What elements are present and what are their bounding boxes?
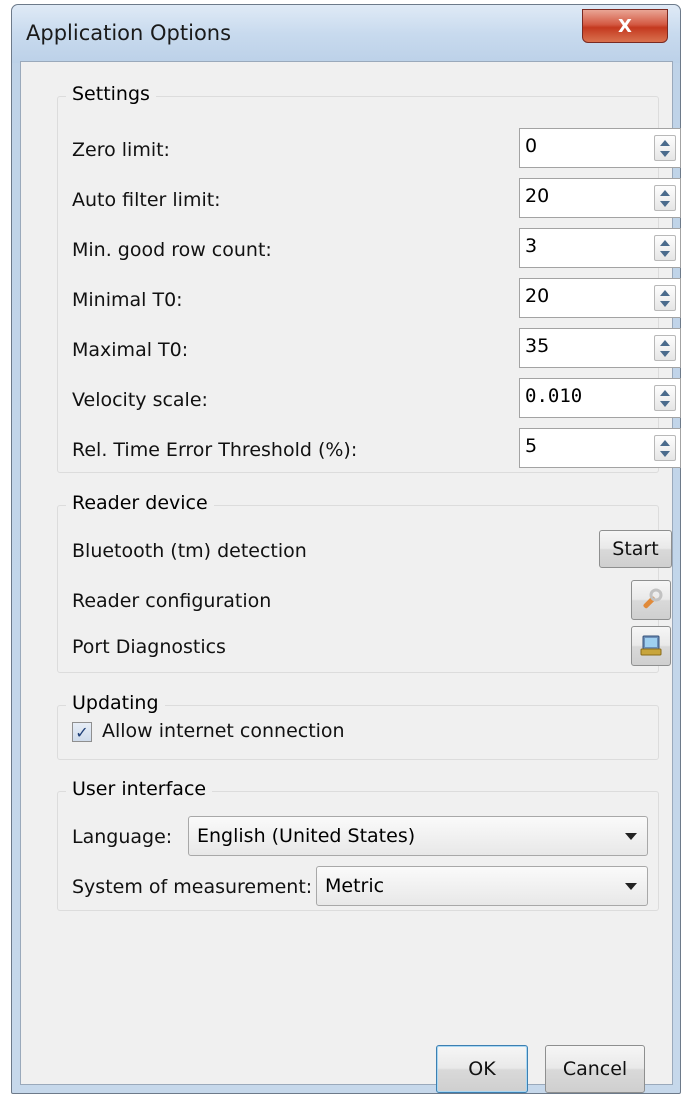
language-dropdown[interactable]: English (United States) [188, 816, 648, 856]
spin-arrows-icon[interactable] [654, 385, 676, 411]
spin-arrows-icon[interactable] [654, 235, 676, 261]
minimal-t0-value[interactable]: 20 [525, 285, 549, 307]
close-icon: X [618, 15, 632, 37]
zero-limit-label: Zero limit: [72, 139, 170, 161]
language-label: Language: [72, 826, 173, 848]
zero-limit-value[interactable]: 0 [525, 135, 537, 157]
minimal-t0-spinbox[interactable]: 20 [519, 278, 681, 318]
ok-button[interactable]: OK [436, 1045, 528, 1093]
checkmark-icon: ✓ [75, 722, 89, 742]
application-options-window: Application Options X Settings Zero limi… [11, 4, 681, 1094]
user-interface-group-title: User interface [66, 778, 213, 800]
auto-filter-limit-spinbox[interactable]: 20 [519, 178, 681, 218]
allow-internet-label[interactable]: Allow internet connection [102, 720, 345, 742]
port-diagnostics-label: Port Diagnostics [72, 636, 226, 658]
updating-group: Updating ✓ Allow internet connection [57, 692, 659, 760]
maximal-t0-value[interactable]: 35 [525, 335, 549, 357]
measurement-system-dropdown[interactable]: Metric [316, 866, 648, 906]
reader-configuration-button[interactable] [631, 580, 671, 620]
title-bar: Application Options X [12, 5, 680, 63]
spin-arrows-icon[interactable] [654, 185, 676, 211]
reader-configuration-label: Reader configuration [72, 590, 272, 612]
allow-internet-checkbox[interactable]: ✓ [72, 722, 92, 742]
zero-limit-spinbox[interactable]: 0 [519, 128, 681, 168]
user-interface-group: User interface Language: English (United… [57, 778, 659, 911]
min-good-row-count-value[interactable]: 3 [525, 235, 537, 257]
auto-filter-limit-label: Auto filter limit: [72, 189, 221, 211]
bluetooth-detection-label: Bluetooth (tm) detection [72, 540, 307, 562]
measurement-system-label: System of measurement: [72, 876, 313, 898]
reader-device-group: Reader device Bluetooth (tm) detection S… [57, 492, 672, 673]
measurement-system-value: Metric [325, 875, 385, 897]
spin-arrows-icon[interactable] [654, 335, 676, 361]
spin-arrows-icon[interactable] [654, 135, 676, 161]
settings-group: Settings Zero limit: 0 Auto filter limit… [57, 83, 681, 473]
rel-time-error-threshold-value[interactable]: 5 [525, 435, 537, 457]
spin-arrows-icon[interactable] [654, 435, 676, 461]
wrench-icon [643, 588, 663, 609]
rel-time-error-threshold-spinbox[interactable]: 5 [519, 428, 681, 468]
auto-filter-limit-value[interactable]: 20 [525, 185, 549, 207]
port-diagnostics-icon [640, 635, 662, 656]
updating-group-title: Updating [66, 692, 165, 714]
velocity-scale-value[interactable]: 0.010 [525, 385, 582, 407]
maximal-t0-label: Maximal T0: [72, 339, 189, 361]
chevron-down-icon [625, 883, 637, 890]
maximal-t0-spinbox[interactable]: 35 [519, 328, 681, 368]
spin-arrows-icon[interactable] [654, 285, 676, 311]
language-value: English (United States) [197, 825, 416, 847]
dialog-client-area: Settings Zero limit: 0 Auto filter limit… [20, 61, 681, 1093]
min-good-row-count-spinbox[interactable]: 3 [519, 228, 681, 268]
start-button[interactable]: Start [599, 530, 672, 568]
minimal-t0-label: Minimal T0: [72, 289, 183, 311]
velocity-scale-label: Velocity scale: [72, 389, 208, 411]
cancel-button[interactable]: Cancel [545, 1045, 645, 1093]
rel-time-error-threshold-label: Rel. Time Error Threshold (%): [72, 439, 358, 461]
window-title: Application Options [26, 21, 232, 45]
close-button[interactable]: X [582, 9, 668, 43]
port-diagnostics-button[interactable] [631, 626, 671, 666]
settings-group-title: Settings [66, 83, 156, 105]
velocity-scale-spinbox[interactable]: 0.010 [519, 378, 681, 418]
reader-device-group-title: Reader device [66, 492, 214, 514]
chevron-down-icon [625, 833, 637, 840]
min-good-row-count-label: Min. good row count: [72, 239, 272, 261]
